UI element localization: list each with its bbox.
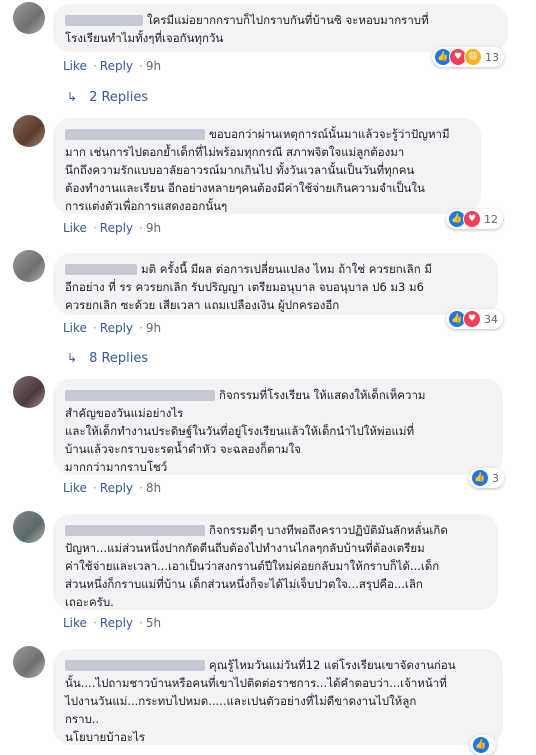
reaction-count: 12 [484,212,498,226]
comment-actions: Like · Reply · 5h [63,616,162,630]
blurred-author-name[interactable] [65,129,205,140]
haha-reaction-icon: 😆 [464,48,482,66]
reply-arrow-icon: ↳ [67,351,78,365]
like-link[interactable]: Like [63,616,87,630]
timestamp[interactable]: 9h [146,59,161,73]
like-link[interactable]: Like [63,321,87,335]
avatar[interactable] [13,2,45,34]
view-replies-link[interactable]: ↳ 2 Replies [67,90,148,105]
timestamp[interactable]: 9h [146,221,161,235]
reaction-count: 3 [492,471,499,485]
avatar[interactable] [13,250,45,282]
comment-bubble: มติ ครั้งนี้ มีผล ต่อการเปลี่ยนแปลง ไหม … [53,253,498,315]
reply-link[interactable]: Reply [100,616,133,630]
timestamp[interactable]: 8h [146,481,161,495]
love-reaction-icon: ♥ [463,210,481,228]
like-link[interactable]: Like [63,59,87,73]
comment-bubble: กิจกรรมดีๆ บางทีพอถึงคราวปฏิบัติมันลักหล… [53,514,498,610]
like-link[interactable]: Like [63,481,87,495]
timestamp[interactable]: 5h [146,616,161,630]
reaction-summary[interactable]: 👍 [470,735,496,755]
comment-actions: Like · Reply · 8h [63,481,162,495]
view-replies-link[interactable]: ↳ 8 Replies [67,351,148,366]
comment-bubble: คุณรู้ไหมวันแม่วันที่12 แต่โรงเรียนเขาจั… [53,649,503,745]
like-reaction-icon: 👍 [472,736,490,754]
blurred-author-name[interactable] [65,660,205,671]
comment-bubble: กิจกรรมที่โรงเรียน ให้แสดงให้เด็กเห็ความ… [53,379,503,475]
comment-bubble: ขอบอกว่าผ่านเหตุการณ์นั้นมาแล้วจะรู้ว่าป… [53,118,481,214]
avatar[interactable] [13,511,45,543]
like-link[interactable]: Like [63,221,87,235]
comment-actions: Like · Reply · 9h [63,321,162,335]
reaction-summary[interactable]: 👍 ♥ 😆 13 [432,47,504,67]
comment-actions: Like · Reply · 9h [63,221,162,235]
timestamp[interactable]: 9h [146,321,161,335]
reply-link[interactable]: Reply [100,221,133,235]
replies-label: 2 Replies [89,90,149,105]
reaction-count: 13 [485,50,499,64]
blurred-author-name[interactable] [65,390,215,401]
blurred-author-name[interactable] [65,264,137,275]
love-reaction-icon: ♥ [463,310,481,328]
avatar[interactable] [13,376,45,408]
reply-link[interactable]: Reply [100,321,133,335]
like-reaction-icon: 👍 [471,469,489,487]
reply-arrow-icon: ↳ [67,90,78,104]
blurred-author-name[interactable] [65,15,143,26]
comment-actions: Like · Reply · 9h [63,59,162,73]
replies-label: 8 Replies [89,351,149,366]
blurred-author-name[interactable] [65,525,205,536]
avatar[interactable] [13,646,45,678]
reply-link[interactable]: Reply [100,59,133,73]
avatar[interactable] [13,115,45,147]
reaction-summary[interactable]: 👍 ♥ 34 [446,309,503,329]
reaction-summary[interactable]: 👍 3 [469,468,504,488]
reaction-count: 34 [484,312,498,326]
reaction-summary[interactable]: 👍 ♥ 12 [446,209,503,229]
comment-bubble: ใครมีแม่อยากกราบก็ไปกราบกันที่บ้านซิ จะห… [53,4,508,52]
reply-link[interactable]: Reply [100,481,133,495]
